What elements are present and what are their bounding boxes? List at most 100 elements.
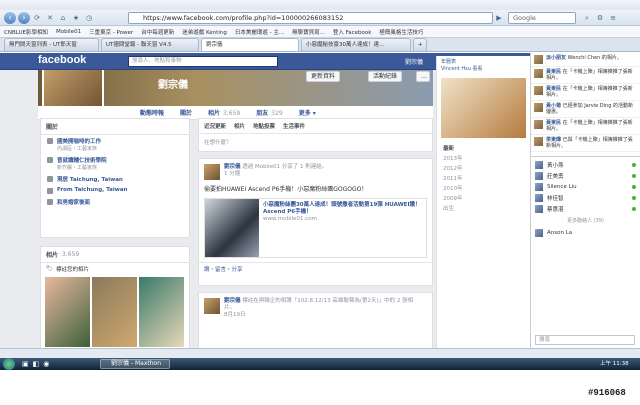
year-item[interactable]: 出生	[443, 204, 530, 214]
online-indicator	[632, 195, 636, 200]
photo-thumbnail[interactable]	[139, 277, 184, 347]
chat-contact[interactable]: 黃小燕	[531, 159, 640, 170]
taskbar-item-maxthon[interactable]: 劉宗儀 - Maxthon	[100, 359, 170, 369]
ticker-and-chat: 淡小朋友 Wenchi Chen 的相片。 黃東民 在「卡機上陣」相簿推推了張新…	[530, 53, 640, 348]
new-tab-button[interactable]: +	[413, 38, 427, 51]
year-item[interactable]: 2013年	[443, 154, 530, 164]
year-item[interactable]: 最新	[443, 144, 530, 154]
bookmark-item[interactable]: 三重東京 - Power	[89, 28, 133, 36]
post-time[interactable]: 1 分鐘	[224, 171, 240, 177]
chat-contact[interactable]: 莊美勇	[531, 170, 640, 181]
photos-title[interactable]: 相片	[46, 250, 58, 259]
chat-contact[interactable]: Silence Liu	[531, 181, 640, 192]
activity-log-button[interactable]: 活動紀錄	[368, 71, 403, 82]
chat-contact[interactable]: 林佳智	[531, 192, 640, 203]
browser-tab[interactable]: 無門鬧天窗列表 - UT郎天窗	[4, 38, 99, 51]
browser-tab[interactable]: UT德問堂報 - 聯天窗 V4.5	[101, 38, 199, 51]
start-button[interactable]	[3, 358, 15, 370]
back-button[interactable]: ‹	[4, 12, 16, 24]
home-icon[interactable]: ⌂	[58, 13, 68, 23]
taskbar-item-label: 劉宗儀 - Maxthon	[111, 360, 162, 367]
history-icon[interactable]: ◷	[84, 13, 94, 23]
bookmark-item[interactable]: 無聊寶貝寫...	[292, 28, 325, 36]
go-icon[interactable]: ▶	[494, 13, 504, 23]
tab-friends[interactable]: 朋友 329	[256, 108, 282, 117]
author-avatar[interactable]	[204, 298, 220, 314]
chat-search-input[interactable]: 搜尋	[535, 335, 635, 345]
bookmark-item[interactable]: 迷弟遊戲 Kenting	[182, 28, 227, 36]
bookmark-item[interactable]: 台中每週更新	[141, 28, 174, 36]
profile-name[interactable]: 劉宗儀	[158, 76, 188, 91]
year-item[interactable]: 2010年	[443, 184, 530, 194]
tab-count: 3,659	[223, 110, 241, 117]
address-bar[interactable]: https://www.facebook.com/profile.php?id=…	[128, 12, 493, 24]
forward-button[interactable]: ›	[18, 12, 30, 24]
composer-tab-place[interactable]: 地點投票	[253, 122, 275, 130]
post-actions[interactable]: 讚・留言・分享	[199, 262, 432, 275]
chat-contact[interactable]: 蔡惠湛	[531, 203, 640, 214]
year-nav: 最新 2013年 2012年 2011年 2010年 2009年 出生	[437, 144, 530, 214]
post-time[interactable]: 8月19日	[224, 312, 246, 318]
ticker-item[interactable]: 黃東民 在「卡機上陣」相簿推推了張新相片。	[531, 84, 640, 101]
composer-tab-photo[interactable]: 相片	[234, 122, 245, 130]
ticker-item[interactable]: 黃東民 在「卡機上陣」相簿推推了張新相片。	[531, 67, 640, 84]
tab-about[interactable]: 關於	[180, 108, 192, 117]
search-go-icon[interactable]: ⌕	[582, 13, 592, 23]
composer-tab-life-event[interactable]: 生活事件	[283, 122, 305, 130]
info-item[interactable]: 和男婚家後面	[41, 196, 189, 208]
link-preview[interactable]: 小惡魔粉絲團30萬人達成！頭號撒者活動第19彈 HUAWEI讚！Ascend P…	[204, 198, 427, 258]
favorites-icon[interactable]: ★	[71, 13, 81, 23]
tools-icon[interactable]: ⚙	[595, 13, 605, 23]
bookmark-item[interactable]: 登入 Facebook	[333, 28, 372, 36]
quicklaunch-icon[interactable]: ▣	[22, 360, 29, 368]
menu-icon[interactable]: ≡	[608, 13, 618, 23]
browser-tab[interactable]: 小惡魔秘技豪30萬人達成！達...	[301, 38, 411, 51]
tag-photos-link[interactable]: 🏷 標註您的相片	[41, 263, 189, 275]
tab-timeline[interactable]: 動態時報	[140, 108, 164, 117]
photo-thumbnail[interactable]	[92, 277, 137, 347]
ticker-text: Wenchi Chen 的相片。	[567, 55, 622, 61]
info-text: 國美開咖啡的工作	[57, 139, 102, 145]
tab-photos[interactable]: 相片 3,659	[208, 108, 240, 117]
sidebar-ad-image[interactable]	[441, 78, 526, 138]
photo-thumbnail[interactable]	[45, 277, 90, 347]
info-item[interactable]: From Taichung, Taiwan	[41, 185, 189, 196]
ticker-item[interactable]: 茶東燁 已與「卡機上陣」相簿推推了張新相片。	[531, 135, 640, 152]
ticker-item[interactable]: 黃東民 在「卡機上陣」相簿推推了張新相片。	[531, 118, 640, 135]
search-engine-box[interactable]: Google	[508, 12, 576, 24]
browser-tab-active[interactable]: 劉宗儀	[201, 38, 299, 51]
stop-icon[interactable]: ✕	[45, 13, 55, 23]
tab-more[interactable]: 更多 ▾	[299, 108, 316, 117]
url-text: https://www.facebook.com/profile.php?id=…	[143, 14, 344, 22]
bookmark-item[interactable]: 日本美麗環遊 - 主...	[235, 28, 284, 36]
facebook-search-input[interactable]: 搜尋人、地點和事物	[128, 56, 278, 67]
browser-toolbar: ‹ › ⟳ ✕ ⌂ ★ ◷ https://www.facebook.com/p…	[0, 10, 640, 26]
facebook-logo[interactable]: facebook	[38, 54, 86, 66]
quicklaunch-icon[interactable]: ◉	[43, 360, 49, 368]
year-item[interactable]: 2012年	[443, 164, 530, 174]
more-options-button[interactable]: …	[416, 71, 430, 82]
composer-input[interactable]: 在想什麼？	[199, 134, 432, 150]
year-item[interactable]: 2011年	[443, 174, 530, 184]
composer-placeholder: 在想什麼？	[204, 140, 232, 146]
ticker-item[interactable]: 淡小朋友 Wenchi Chen 的相片。	[531, 53, 640, 67]
sidebar-ad[interactable]: 年曆表 Vincent Hsu 看看	[437, 56, 530, 76]
quicklaunch-icon[interactable]: ◧	[33, 360, 40, 368]
post-author[interactable]: 劉宗儀	[224, 298, 241, 304]
ticker-item[interactable]: 黃小菊 已經參加 Jarvie Ding 的活動新優惠。	[531, 101, 640, 118]
system-clock[interactable]: 上午 11:38	[600, 359, 629, 369]
refresh-icon[interactable]: ⟳	[32, 13, 42, 23]
info-item[interactable]: 現居 Taichung, Taiwan	[41, 173, 189, 185]
info-item[interactable]: 曾就讀輔仁技術學院 新竹縣・工藝家族	[41, 154, 189, 173]
bookmark-item[interactable]: CNBLUE影學相知	[4, 28, 48, 36]
bookmark-item[interactable]: 極簡風格生活技巧	[379, 28, 423, 36]
author-avatar[interactable]	[204, 164, 220, 180]
info-item[interactable]: 國美開咖啡的工作 內湖區・工藝家族	[41, 135, 189, 154]
chat-contact[interactable]: Anson La	[531, 227, 640, 238]
composer-tab-status[interactable]: 近況更新	[204, 122, 226, 130]
user-link[interactable]: 劉宗儀	[405, 57, 423, 66]
bookmark-item[interactable]: Mobile01	[56, 29, 81, 35]
post-author[interactable]: 劉宗儀	[224, 164, 241, 170]
year-item[interactable]: 2009年	[443, 194, 530, 204]
update-info-button[interactable]: 更新資料	[306, 71, 341, 82]
